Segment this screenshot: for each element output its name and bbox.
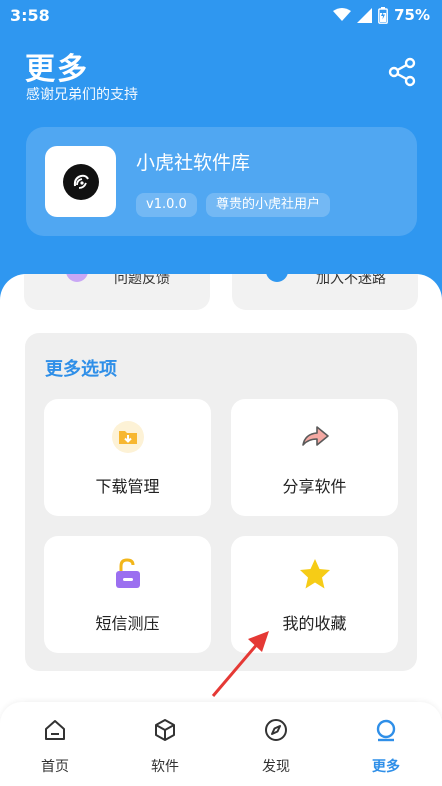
- cube-icon: [155, 719, 175, 741]
- tiger-logo-icon: [62, 163, 99, 200]
- share-arrow-icon: [297, 419, 333, 455]
- home-icon: [45, 720, 65, 740]
- nav-software-label: 软件: [151, 759, 179, 775]
- nav-software[interactable]: 软件: [135, 716, 195, 778]
- nav-discover[interactable]: 发现: [246, 716, 306, 778]
- profile-card[interactable]: 小虎社软件库 v1.0.0 尊贵的小虎社用户: [26, 127, 417, 236]
- share-software-tile[interactable]: 分享软件: [231, 399, 398, 516]
- share-icon: [388, 57, 416, 87]
- feedback-card[interactable]: 问题反馈: [24, 274, 210, 310]
- signal-icon: [357, 7, 373, 23]
- download-manager-label: 下载管理: [95, 477, 160, 496]
- compass-icon: [265, 719, 287, 741]
- star-icon: [297, 556, 333, 592]
- sms-test-label: 短信测压: [95, 614, 160, 633]
- join-group-icon: [266, 274, 288, 282]
- nav-discover-label: 发现: [262, 759, 290, 775]
- nav-more[interactable]: 更多: [356, 716, 416, 778]
- feedback-icon: [66, 274, 88, 282]
- share-software-label: 分享软件: [282, 477, 347, 496]
- app-logo: [45, 146, 116, 217]
- app-name: 小虎社软件库: [136, 152, 251, 174]
- nav-home[interactable]: 首页: [25, 716, 85, 778]
- battery-level: 75%: [394, 6, 430, 24]
- feedback-label: 问题反馈: [114, 274, 170, 287]
- bottom-nav: 首页 软件 发现 更多: [0, 702, 442, 786]
- join-group-label: 加入不迷路: [316, 274, 386, 287]
- version-badge: v1.0.0: [136, 193, 197, 217]
- download-manager-tile[interactable]: 下载管理: [44, 399, 211, 516]
- share-button[interactable]: [388, 57, 418, 87]
- unlock-icon: [110, 556, 146, 592]
- page-title: 更多: [25, 52, 89, 87]
- nav-more-label: 更多: [372, 759, 400, 775]
- status-time: 3:58: [10, 6, 50, 25]
- status-bar: 3:58 75%: [0, 0, 442, 32]
- status-icons: 75%: [333, 6, 430, 24]
- annotation-arrow: [211, 631, 269, 697]
- options-title: 更多选项: [45, 359, 117, 380]
- user-badge: 尊贵的小虎社用户: [206, 193, 331, 217]
- more-icon: [376, 719, 396, 742]
- wifi-icon: [333, 8, 352, 21]
- join-group-card[interactable]: 加入不迷路: [232, 274, 418, 310]
- nav-home-label: 首页: [41, 759, 69, 775]
- battery-icon: [378, 6, 388, 24]
- more-options-panel: 更多选项 下载管理 分享软件 短信测压 我的收藏: [25, 333, 417, 671]
- sms-test-tile[interactable]: 短信测压: [44, 536, 211, 653]
- page-subtitle: 感谢兄弟们的支持: [26, 87, 138, 103]
- download-folder-icon: [110, 419, 146, 455]
